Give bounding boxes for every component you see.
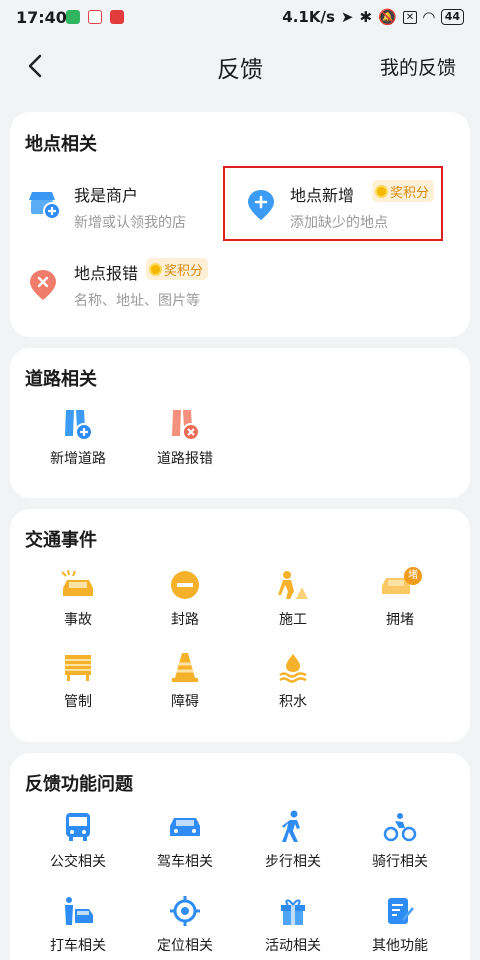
taxi-item[interactable]: 打车相关 — [28, 891, 128, 955]
traffic-cone-icon — [172, 653, 198, 682]
traffic-card: 交通事件 事故 封路 施工 堵 拥堵 管制 障碍 积水 — [10, 509, 470, 742]
coin-icon — [149, 262, 162, 276]
highlight-box — [223, 166, 443, 241]
road-closed-item[interactable]: 封路 — [135, 565, 235, 629]
activity-item[interactable]: 活动相关 — [243, 891, 343, 955]
walking-item[interactable]: 步行相关 — [243, 807, 343, 871]
traffic-control-barrier-icon — [65, 655, 91, 681]
taxi-label: 打车相关 — [50, 938, 106, 954]
construction-label: 施工 — [279, 612, 307, 628]
feature-section-title: 反馈功能问题 — [25, 774, 133, 795]
merchant-label: 我是商户 — [74, 186, 139, 205]
congestion-item[interactable]: 堵 拥堵 — [350, 565, 450, 629]
traffic-section-title: 交通事件 — [25, 530, 97, 551]
flooding-item[interactable]: 积水 — [243, 647, 343, 711]
car-icon — [170, 818, 200, 836]
control-label: 管制 — [64, 694, 92, 710]
congestion-label: 拥堵 — [386, 612, 414, 628]
network-speed: 4.1K/s — [282, 8, 335, 26]
merchant-subtitle: 新增或认领我的店 — [74, 215, 186, 231]
bus-label: 公交相关 — [50, 854, 106, 870]
report-place-error-item[interactable]: 地点报错 奖积分 名称、地址、图片等 — [10, 252, 270, 322]
add-road-item[interactable]: 新增道路 — [28, 404, 128, 468]
water-drop-icon — [279, 654, 307, 683]
gift-icon — [281, 899, 305, 925]
location-section-title: 地点相关 — [25, 134, 97, 155]
positioning-label: 定位相关 — [157, 938, 213, 954]
app-notification-icon — [88, 10, 102, 24]
status-bar: 17:40 4.1K/s ➤ ✱ 🔕 ✕ ◠ 44 — [0, 0, 480, 34]
bus-icon — [66, 813, 90, 841]
road-closed-icon — [171, 571, 199, 599]
points-badge: 奖积分 — [146, 258, 209, 280]
sim-icon: ✕ — [402, 10, 418, 24]
flooding-label: 积水 — [279, 694, 307, 710]
construction-worker-icon — [278, 571, 308, 599]
my-feedback-link[interactable]: 我的反馈 — [380, 53, 456, 80]
walking-label: 步行相关 — [265, 854, 321, 870]
accident-item[interactable]: 事故 — [28, 565, 128, 629]
add-road-icon — [65, 410, 93, 441]
cycling-item[interactable]: 骑行相关 — [350, 807, 450, 871]
nav-bar: 反馈 我的反馈 — [0, 34, 480, 98]
report-place-label: 地点报错 — [74, 264, 139, 283]
location-target-icon — [170, 896, 200, 926]
bus-item[interactable]: 公交相关 — [28, 807, 128, 871]
obstacle-label: 障碍 — [171, 694, 199, 710]
cycling-icon — [383, 813, 417, 842]
congestion-tag: 堵 — [404, 567, 422, 585]
control-item[interactable]: 管制 — [28, 647, 128, 711]
driving-label: 驾车相关 — [157, 854, 213, 870]
edit-document-icon — [388, 898, 414, 924]
activity-label: 活动相关 — [265, 938, 321, 954]
app-notification-icon — [110, 10, 124, 24]
other-features-item[interactable]: 其他功能 — [350, 891, 450, 955]
bluetooth-icon: ✱ — [359, 8, 373, 26]
road-error-icon — [172, 410, 200, 441]
shop-icon — [29, 192, 61, 220]
mute-icon: 🔕 — [378, 8, 397, 26]
construction-item[interactable]: 施工 — [243, 565, 343, 629]
app-notification-icon — [66, 10, 80, 24]
add-road-label: 新增道路 — [50, 451, 106, 467]
road-closed-label: 封路 — [171, 612, 199, 628]
feature-card: 反馈功能问题 公交相关 驾车相关 步行相关 骑行相关 打车相关 定位相关 活动相… — [10, 753, 470, 960]
report-place-subtitle: 名称、地址、图片等 — [74, 293, 200, 309]
walking-person-icon — [282, 810, 300, 842]
merchant-item[interactable]: 我是商户 新增或认领我的店 — [10, 170, 220, 240]
accident-car-icon — [61, 570, 93, 596]
place-error-icon — [30, 270, 56, 300]
road-card: 道路相关 新增道路 道路报错 — [10, 348, 470, 498]
road-error-label: 道路报错 — [157, 451, 213, 467]
obstacle-item[interactable]: 障碍 — [135, 647, 235, 711]
driving-item[interactable]: 驾车相关 — [135, 807, 235, 871]
battery-icon: 44 — [440, 9, 464, 25]
wifi-icon: ◠ — [423, 8, 435, 26]
road-error-item[interactable]: 道路报错 — [135, 404, 235, 468]
status-right: 4.1K/s ➤ ✱ 🔕 ✕ ◠ 44 — [282, 8, 464, 26]
accident-label: 事故 — [64, 612, 92, 628]
positioning-item[interactable]: 定位相关 — [135, 891, 235, 955]
cycling-label: 骑行相关 — [372, 854, 428, 870]
status-time: 17:40 — [16, 8, 67, 27]
road-section-title: 道路相关 — [25, 369, 97, 390]
taxi-icon — [65, 897, 93, 925]
points-badge-text: 奖积分 — [164, 263, 204, 279]
location-icon: ➤ — [340, 8, 354, 26]
other-features-label: 其他功能 — [372, 938, 428, 954]
